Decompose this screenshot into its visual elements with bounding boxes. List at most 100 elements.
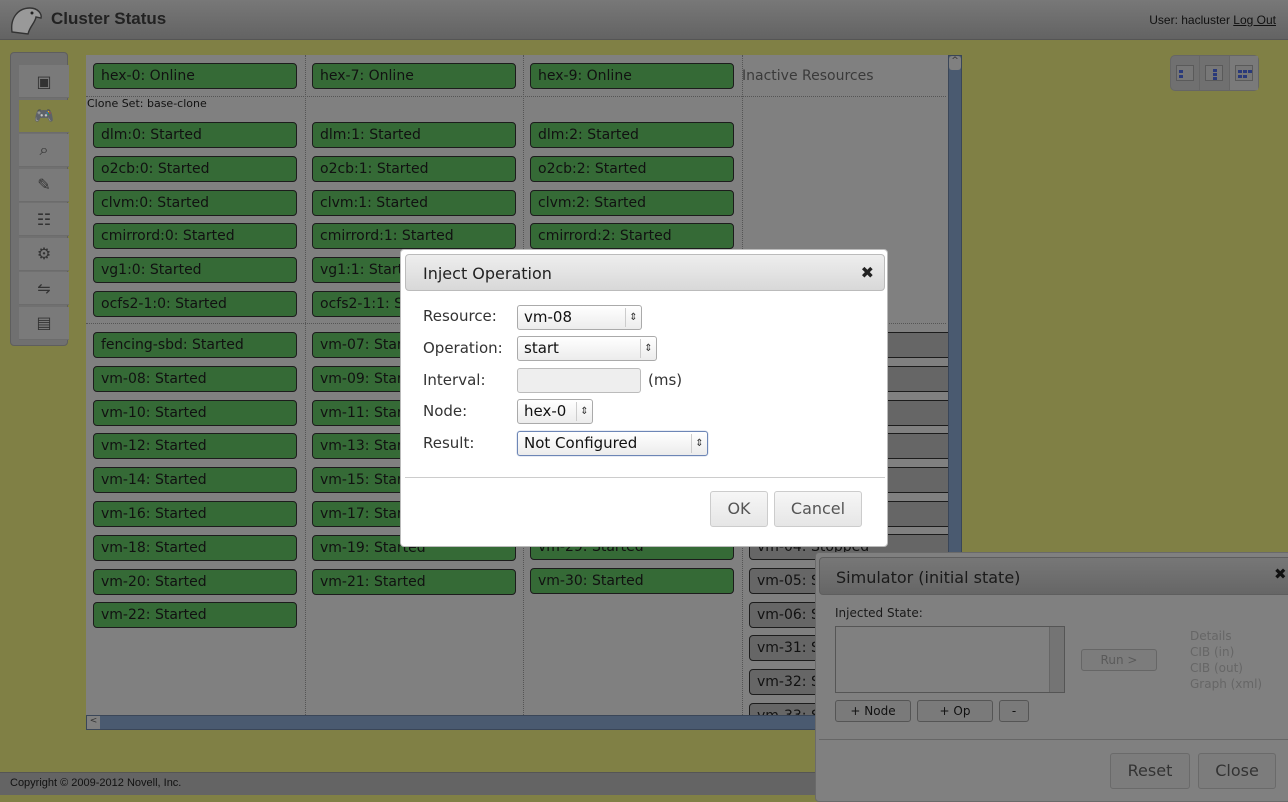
result-value: Not Configured — [524, 434, 638, 452]
result-select[interactable]: Not Configured ⇕ — [517, 431, 708, 456]
resource-box[interactable]: vm-10: Started — [93, 399, 297, 426]
add-node-button[interactable]: + Node — [835, 700, 911, 722]
resource-box[interactable]: vm-14: Started — [93, 467, 297, 494]
ok-button[interactable]: OK — [710, 491, 768, 527]
scroll-up-icon[interactable]: ^ — [949, 56, 961, 70]
clone-resource-box[interactable]: cmirrord:1: Started — [312, 223, 516, 250]
setup-wizard-icon: ✎ — [37, 175, 51, 194]
clone-resource-box[interactable]: cmirrord:2: Started — [530, 223, 734, 250]
clone-resource-box[interactable]: dlm:0: Started — [93, 122, 297, 148]
user-label: User: hacluster — [1149, 13, 1230, 27]
clone-resource-box[interactable]: o2cb:1: Started — [312, 155, 516, 182]
simulator-panel: Simulator (initial state) ✖ Injected Sta… — [815, 552, 1288, 802]
sidebar-item-5[interactable]: ⚙ — [19, 237, 69, 271]
clone-resource-box[interactable]: vg1:0: Started — [93, 257, 297, 284]
clone-resource-box[interactable]: o2cb:2: Started — [530, 155, 734, 182]
node-select[interactable]: hex-0 ⇕ — [517, 399, 593, 424]
resource-box[interactable]: vm-30: Started — [530, 567, 734, 594]
inject-operation-dialog: Inject Operation ✖ Resource: vm-08 ⇕ Opera… — [400, 249, 888, 547]
cancel-button[interactable]: Cancel — [774, 491, 862, 527]
add-op-button[interactable]: + Op — [917, 700, 993, 722]
resource-box[interactable]: vm-12: Started — [93, 433, 297, 460]
dialog-title-bar[interactable]: Inject Operation ✖ — [405, 254, 885, 291]
node-status-box[interactable]: hex-7: Online — [312, 63, 516, 89]
list-scrollbar[interactable] — [1049, 627, 1064, 692]
gamepad-simulator-icon: 🎮 — [34, 106, 54, 125]
view-button-1[interactable] — [1200, 56, 1230, 90]
node-value: hex-0 — [524, 402, 567, 420]
injected-state-label: Injected State: — [835, 606, 923, 620]
graph-xml-link[interactable]: Graph (xml) — [1190, 677, 1262, 691]
close-icon[interactable]: ✖ — [1274, 565, 1287, 583]
sidebar-item-3[interactable]: ✎ — [19, 168, 69, 202]
run-button[interactable]: Run > — [1081, 649, 1157, 671]
operation-select[interactable]: start ⇕ — [517, 336, 657, 361]
roles-icon: ⚙ — [36, 244, 52, 263]
resource-value: vm-08 — [524, 308, 572, 326]
clone-resource-box[interactable]: cmirrord:0: Started — [93, 223, 297, 250]
select-arrows-icon: ⇕ — [625, 308, 641, 327]
resource-box[interactable]: vm-22: Started — [93, 602, 297, 629]
interval-label: Interval: — [423, 371, 486, 389]
node-status-box[interactable]: hex-0: Online — [93, 63, 297, 89]
clone-resource-box[interactable]: o2cb:0: Started — [93, 155, 297, 182]
clone-resource-box[interactable]: ocfs2-1:0: Started — [93, 291, 297, 317]
list-view-icon — [1176, 65, 1195, 81]
view-button-2[interactable] — [1229, 56, 1258, 90]
view-button-0[interactable] — [1171, 56, 1201, 90]
operation-label: Operation: — [423, 339, 503, 357]
logout-link[interactable]: Log Out — [1233, 13, 1276, 27]
resource-box[interactable]: vm-21: Started — [312, 568, 516, 595]
sidebar-item-6[interactable]: ⇋ — [19, 272, 69, 305]
clone-resource-box[interactable]: clvm:1: Started — [312, 189, 516, 216]
cib-out-link[interactable]: CIB (out) — [1190, 661, 1243, 675]
close-button[interactable]: Close — [1198, 753, 1276, 789]
resource-box[interactable]: vm-16: Started — [93, 501, 297, 527]
reset-button[interactable]: Reset — [1110, 753, 1190, 789]
resource-box[interactable]: vm-08: Started — [93, 365, 297, 392]
sidebar-item-1[interactable]: 🎮 — [19, 99, 69, 133]
result-label: Result: — [423, 434, 475, 452]
select-arrows-icon: ⇕ — [640, 339, 656, 358]
app-title: Cluster Status — [51, 9, 167, 28]
view-switcher — [1170, 55, 1259, 91]
sidebar-nav: ▣ 🎮 ⌕ ✎ ☷ ⚙ ⇋ ▤ — [10, 52, 69, 346]
remove-button[interactable]: - — [999, 700, 1029, 722]
resource-box[interactable]: vm-18: Started — [93, 534, 297, 561]
tree-view-icon — [1205, 65, 1224, 81]
cib-in-link[interactable]: CIB (in) — [1190, 645, 1234, 659]
copyright: Copyright © 2009-2012 Novell, Inc. — [10, 777, 182, 789]
resource-select[interactable]: vm-08 ⇕ — [517, 305, 642, 330]
access-control-icon: ⇋ — [37, 278, 51, 298]
close-icon[interactable]: ✖ — [861, 263, 874, 282]
simulator-title-bar[interactable]: Simulator (initial state) — [819, 557, 1288, 595]
select-arrows-icon: ⇕ — [691, 434, 707, 453]
user-info: User: hacluster Log Out — [1149, 13, 1276, 27]
select-arrows-icon: ⇕ — [576, 402, 592, 421]
node-status-box[interactable]: hex-9: Online — [530, 63, 734, 89]
header-bar: Cluster Status User: hacluster Log Out — [0, 0, 1288, 40]
clone-resource-box[interactable]: clvm:2: Started — [530, 189, 734, 216]
dashboard-monitor-icon: ▣ — [36, 71, 52, 91]
grid-view-icon — [1234, 65, 1253, 81]
interval-unit: (ms) — [648, 371, 683, 389]
sidebar-item-2[interactable]: ⌕ — [19, 134, 69, 167]
clone-resource-box[interactable]: dlm:1: Started — [312, 122, 516, 148]
injected-state-list[interactable] — [835, 626, 1065, 693]
sidebar-item-4[interactable]: ☷ — [19, 203, 69, 236]
clone-set-label: Clone Set: base-clone — [87, 97, 207, 110]
details-link[interactable]: Details — [1190, 629, 1232, 643]
resource-box[interactable]: fencing-sbd: Started — [93, 332, 297, 358]
interval-input[interactable] — [517, 368, 641, 393]
documents-icon: ▤ — [36, 313, 52, 332]
sidebar-item-0[interactable]: ▣ — [19, 65, 69, 98]
row-separator — [86, 96, 946, 97]
clone-resource-box[interactable]: dlm:2: Started — [530, 122, 734, 148]
dialog-title: Inject Operation — [423, 264, 552, 283]
inactive-resources-label: Inactive Resources — [742, 68, 874, 84]
divider — [819, 739, 1288, 740]
clone-resource-box[interactable]: clvm:0: Started — [93, 189, 297, 216]
sidebar-item-7[interactable]: ▤ — [19, 306, 69, 340]
scroll-left-icon[interactable]: < — [87, 716, 100, 729]
resource-box[interactable]: vm-20: Started — [93, 568, 297, 595]
